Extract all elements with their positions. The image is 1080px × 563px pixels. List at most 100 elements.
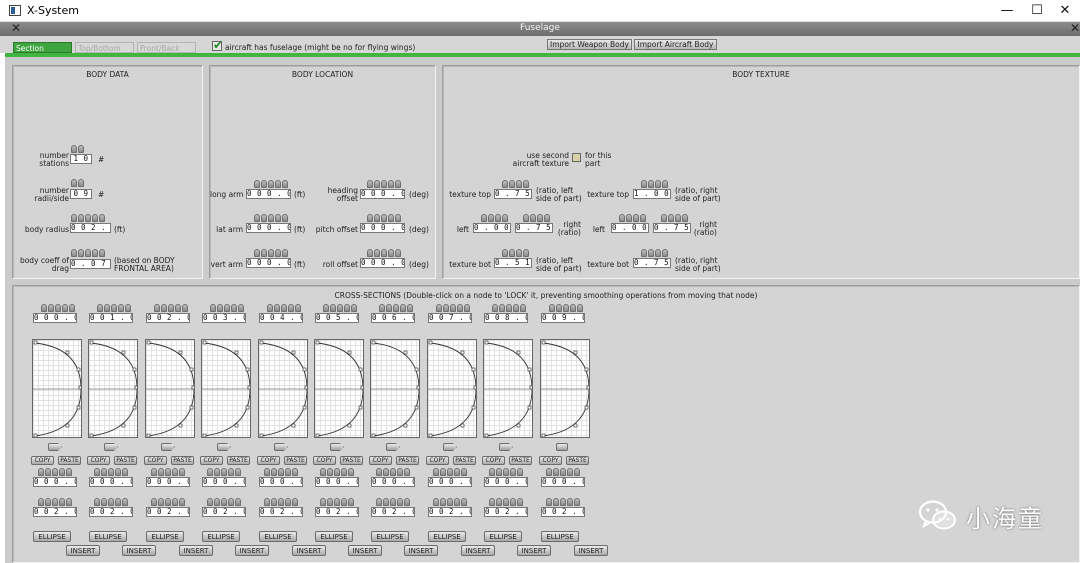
cross-section-editor[interactable]: [258, 339, 308, 438]
number-stations-field[interactable]: 1 0: [70, 154, 92, 164]
ellipse-button[interactable]: ELLIPSE: [371, 531, 409, 542]
import-aircraft-body-button[interactable]: Import Aircraft Body: [634, 39, 717, 50]
insert-button[interactable]: INSERT: [404, 545, 438, 556]
cross-section-editor[interactable]: [483, 339, 533, 438]
paste-button[interactable]: PASTE: [58, 456, 81, 465]
spinner-arrows[interactable]: [97, 304, 132, 313]
paste-button[interactable]: PASTE: [453, 456, 476, 465]
texture-top-left-field[interactable]: 0 . 7 5 4: [494, 189, 532, 199]
section-offset-field[interactable]: 0 0 0 . 0 0: [428, 477, 472, 487]
insert-button[interactable]: INSERT: [235, 545, 269, 556]
spinner-arrows[interactable]: [367, 249, 402, 258]
spinner-arrows[interactable]: [433, 468, 468, 477]
copy-button[interactable]: COPY: [144, 456, 167, 465]
spinner-arrows[interactable]: [376, 498, 411, 507]
section-radius-field[interactable]: 0 0 2 . 0 0: [371, 507, 415, 517]
section-radius-field[interactable]: 0 0 2 . 0 0: [541, 507, 585, 517]
pitch-offset-field[interactable]: 0 0 0 . 0 0: [360, 223, 405, 233]
spinner-arrows[interactable]: [264, 498, 299, 507]
vert-arm-field[interactable]: 0 0 0 . 0 0: [246, 258, 291, 268]
station-position-field[interactable]: 0 0 6 . 0 0: [371, 313, 415, 323]
spinner-arrows[interactable]: [71, 214, 106, 223]
next-section-button[interactable]: [330, 443, 344, 451]
next-section-button[interactable]: [217, 443, 231, 451]
spinner-arrows[interactable]: [433, 498, 468, 507]
section-radius-field[interactable]: 0 0 2 . 0 0: [315, 507, 359, 517]
cross-section-editor[interactable]: [88, 339, 138, 438]
heading-offset-field[interactable]: 0 0 0 . 0 0: [360, 189, 405, 199]
next-section-button[interactable]: [161, 443, 175, 451]
cross-section-editor[interactable]: [32, 339, 82, 438]
spinner-arrows[interactable]: [436, 304, 471, 313]
spinner-arrows[interactable]: [71, 179, 85, 188]
spinner-arrows[interactable]: [549, 304, 584, 313]
paste-button[interactable]: PASTE: [509, 456, 532, 465]
copy-button[interactable]: COPY: [200, 456, 223, 465]
spinner-arrows[interactable]: [264, 468, 299, 477]
texture-top-right-field[interactable]: 1 . 0 0 0: [633, 189, 671, 199]
body-coeff-field[interactable]: 0 . 0 7 5: [70, 259, 111, 269]
copy-button[interactable]: COPY: [369, 456, 392, 465]
ellipse-button[interactable]: ELLIPSE: [89, 531, 127, 542]
copy-button[interactable]: COPY: [87, 456, 110, 465]
spinner-arrows[interactable]: [376, 468, 411, 477]
spinner-arrows[interactable]: [207, 468, 242, 477]
ellipse-button[interactable]: ELLIPSE: [259, 531, 297, 542]
insert-button[interactable]: INSERT: [461, 545, 495, 556]
texture-left-field[interactable]: 0 . 0 0 0: [473, 223, 511, 233]
roll-offset-field[interactable]: 0 0 0 . 0 0: [360, 258, 405, 268]
texture-bot-right-field[interactable]: 0 . 7 5 6: [633, 258, 671, 268]
next-section-button[interactable]: [274, 443, 288, 451]
section-radius-field[interactable]: 0 0 2 . 0 0: [484, 507, 528, 517]
spinner-arrows[interactable]: [367, 214, 402, 223]
spinner-arrows[interactable]: [151, 498, 186, 507]
paste-button[interactable]: PASTE: [340, 456, 363, 465]
paste-button[interactable]: PASTE: [114, 456, 137, 465]
section-offset-field[interactable]: 0 0 0 . 0 0: [202, 477, 246, 487]
section-offset-field[interactable]: 0 0 0 . 0 0: [89, 477, 133, 487]
copy-button[interactable]: COPY: [257, 456, 280, 465]
texture-right-field[interactable]: 0 . 7 5 4: [515, 223, 553, 233]
next-section-button[interactable]: [556, 443, 568, 451]
spinner-arrows[interactable]: [254, 180, 289, 189]
section-radius-field[interactable]: 0 0 2 . 0 0: [202, 507, 246, 517]
spinner-arrows[interactable]: [323, 304, 358, 313]
spinner-arrows[interactable]: [546, 468, 581, 477]
maximize-button[interactable]: ☐: [1022, 2, 1052, 20]
paste-button[interactable]: PASTE: [171, 456, 194, 465]
station-position-field[interactable]: 0 0 9 . 0 0: [541, 313, 585, 323]
station-position-field[interactable]: 0 0 7 . 0 0: [428, 313, 472, 323]
number-radii-field[interactable]: 0 9: [70, 189, 92, 199]
minimize-button[interactable]: —: [992, 2, 1022, 20]
use-second-texture-checkbox[interactable]: [572, 153, 581, 162]
spinner-arrows[interactable]: [254, 249, 289, 258]
station-position-field[interactable]: 0 0 4 . 0 0: [259, 313, 303, 323]
tab-top-bottom[interactable]: Top/Bottom: [75, 42, 134, 53]
insert-button[interactable]: INSERT: [179, 545, 213, 556]
spinner-arrows[interactable]: [641, 249, 669, 258]
spinner-arrows[interactable]: [546, 498, 581, 507]
ellipse-button[interactable]: ELLIPSE: [541, 531, 579, 542]
station-position-field[interactable]: 0 0 3 . 0 0: [202, 313, 246, 323]
station-position-field[interactable]: 0 0 1 . 0 0: [89, 313, 133, 323]
spinner-arrows[interactable]: [38, 498, 73, 507]
section-offset-field[interactable]: 0 0 0 . 0 0: [371, 477, 415, 487]
close-window-button[interactable]: ✕: [1050, 2, 1080, 20]
paste-button[interactable]: PASTE: [227, 456, 250, 465]
spinner-arrows[interactable]: [94, 498, 129, 507]
spinner-arrows[interactable]: [71, 145, 85, 154]
next-section-button[interactable]: [104, 443, 118, 451]
section-radius-field[interactable]: 0 0 2 . 0 0: [33, 507, 77, 517]
spinner-arrows[interactable]: [523, 214, 551, 223]
next-section-button[interactable]: [443, 443, 457, 451]
ellipse-button[interactable]: ELLIPSE: [33, 531, 71, 542]
section-offset-field[interactable]: 0 0 0 . 0 0: [146, 477, 190, 487]
copy-button[interactable]: COPY: [313, 456, 336, 465]
tab-section[interactable]: Section: [13, 42, 72, 53]
insert-button[interactable]: INSERT: [517, 545, 551, 556]
ellipse-button[interactable]: ELLIPSE: [146, 531, 184, 542]
cross-section-editor[interactable]: [540, 339, 590, 438]
spinner-arrows[interactable]: [38, 468, 73, 477]
cross-section-editor[interactable]: [370, 339, 420, 438]
spinner-arrows[interactable]: [210, 304, 245, 313]
